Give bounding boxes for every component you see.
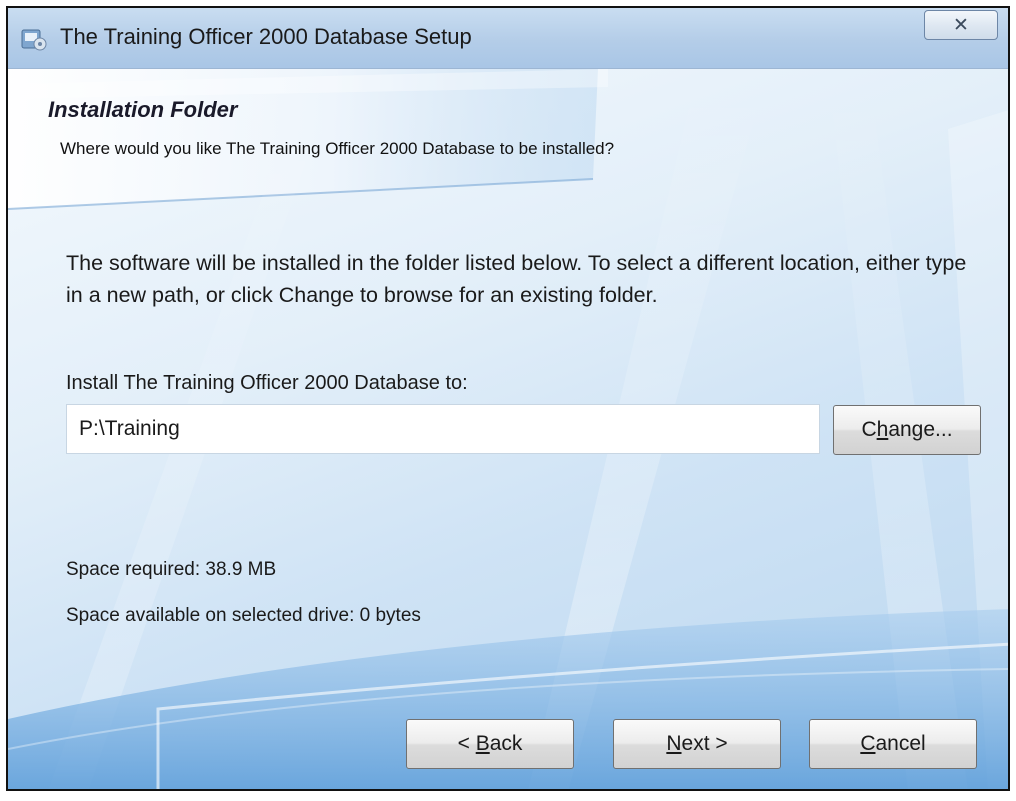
close-button[interactable]: ✕ (924, 10, 998, 40)
dialog-content: Installation Folder Where would you like… (8, 69, 1008, 789)
back-button-label: < Back (457, 732, 523, 755)
next-button-label: Next > (666, 732, 728, 755)
install-path-input[interactable] (66, 404, 820, 454)
cancel-button[interactable]: Cancel (809, 719, 977, 769)
back-button[interactable]: < Back (406, 719, 574, 769)
page-subtitle: Where would you like The Training Office… (60, 139, 615, 158)
change-button-label: Change... (861, 418, 953, 441)
cancel-button-label: Cancel (860, 732, 926, 755)
setup-installer-icon (21, 29, 47, 51)
next-button[interactable]: Next > (613, 719, 781, 769)
page-title: Installation Folder (48, 97, 238, 122)
title-bar: The Training Officer 2000 Database Setup… (8, 8, 1008, 69)
space-available-text: Space available on selected drive: 0 byt… (66, 605, 421, 626)
install-description: The software will be installed in the fo… (66, 251, 967, 307)
space-required-text: Space required: 38.9 MB (66, 559, 277, 580)
close-icon[interactable]: ✕ (953, 14, 969, 37)
setup-dialog-window: The Training Officer 2000 Database Setup… (6, 6, 1010, 791)
window-title: The Training Officer 2000 Database Setup (60, 24, 472, 49)
header-band: Installation Folder Where would you like… (8, 69, 1008, 219)
change-button[interactable]: Change... (833, 405, 981, 455)
install-folder-label: Install The Training Officer 2000 Databa… (66, 372, 468, 394)
